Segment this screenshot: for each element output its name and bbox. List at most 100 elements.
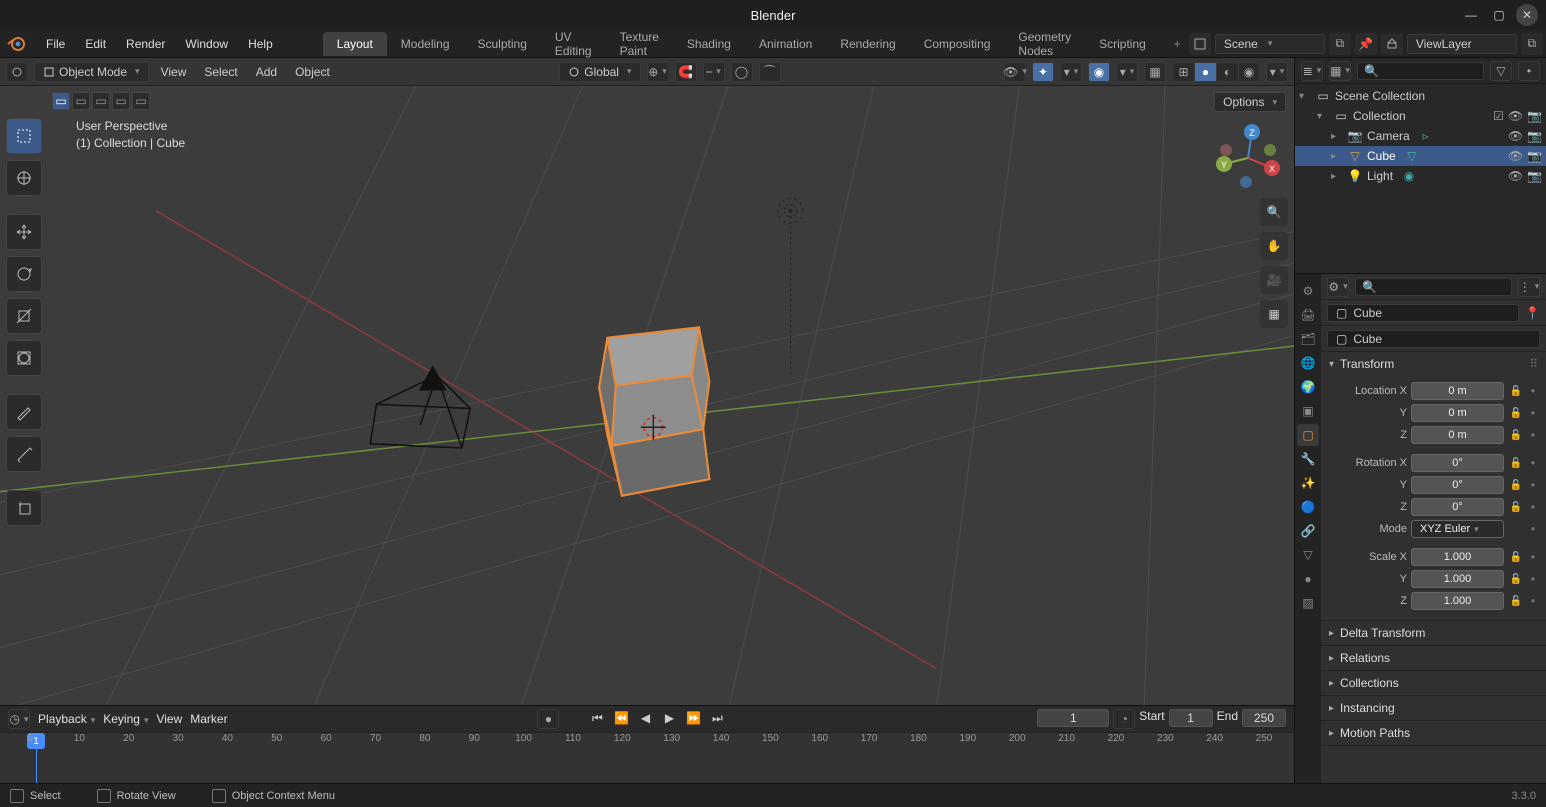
play-icon[interactable]: ▶ [659, 709, 679, 727]
xray-toggle[interactable]: ▦ [1144, 62, 1166, 82]
ptab-material[interactable]: ● [1297, 568, 1319, 590]
outliner-collection[interactable]: ▾ ▭ Collection ☑👁📷 [1295, 106, 1546, 126]
outliner-display-mode[interactable]: ≣ [1301, 61, 1323, 81]
scene-browse-icon[interactable] [1189, 33, 1211, 55]
jump-start-icon[interactable]: ⏮ [587, 709, 607, 727]
lock-icon[interactable]: 🔓 [1508, 430, 1524, 441]
camera-view-icon[interactable]: 🎥 [1260, 266, 1288, 294]
rotation-mode-dropdown[interactable]: XYZ Euler [1411, 520, 1504, 538]
select-mode-extend[interactable]: ▭ [72, 92, 90, 110]
ptab-viewlayer[interactable]: 🗂 [1297, 328, 1319, 350]
current-frame-field[interactable]: 1 [1037, 709, 1109, 727]
menu-edit[interactable]: Edit [75, 30, 116, 57]
vp-menu-object[interactable]: Object [289, 65, 336, 79]
outliner-search-input[interactable]: 🔍 [1357, 62, 1484, 80]
snap-dropdown[interactable]: ⎯ [703, 62, 725, 82]
menu-file[interactable]: File [36, 30, 75, 57]
vp-menu-select[interactable]: Select [198, 65, 243, 79]
editor-type-icon[interactable] [6, 62, 28, 82]
keyframe-next-icon[interactable]: ⏩ [683, 709, 703, 727]
object-name-field[interactable]: ▢ Cube [1327, 330, 1540, 348]
gizmo-dropdown[interactable]: ▾ [1060, 62, 1082, 82]
lock-icon[interactable]: 🔓 [1508, 552, 1524, 563]
scene-pin-icon[interactable]: 📌 [1355, 33, 1377, 55]
tab-sculpting[interactable]: Sculpting [464, 32, 541, 56]
timeline-menu-marker[interactable]: Marker [190, 712, 227, 726]
viewport-options-button[interactable]: Options [1214, 92, 1286, 112]
panel-motion-paths[interactable]: ▸Motion Paths [1321, 721, 1546, 745]
add-workspace-button[interactable]: + [1166, 37, 1189, 51]
ptab-world[interactable]: 🌍 [1297, 376, 1319, 398]
overlay-dropdown[interactable]: ▾ [1116, 62, 1138, 82]
close-button[interactable]: ✕ [1516, 4, 1538, 26]
viewlayer-new-icon[interactable]: ⧉ [1521, 33, 1543, 55]
outliner-item-cube[interactable]: ▸ ▽ Cube ▽ 👁📷 [1295, 146, 1546, 166]
ptab-data[interactable]: ▽ [1297, 544, 1319, 566]
timeline-ruler[interactable]: 1 01020304050607080901001101201301401501… [0, 732, 1294, 783]
anim-dot-icon[interactable]: • [1528, 456, 1538, 470]
lock-icon[interactable]: 🔓 [1508, 458, 1524, 469]
tab-compositing[interactable]: Compositing [910, 32, 1005, 56]
props-options-icon[interactable]: ⋮ [1518, 277, 1540, 297]
tab-modeling[interactable]: Modeling [387, 32, 464, 56]
shading-solid[interactable]: ● [1194, 62, 1216, 82]
anim-dot-icon[interactable]: • [1528, 500, 1538, 514]
vp-menu-view[interactable]: View [155, 65, 193, 79]
menu-render[interactable]: Render [116, 30, 175, 57]
shading-material[interactable]: ◐ [1216, 62, 1238, 82]
ptab-texture[interactable]: ▨ [1297, 592, 1319, 614]
rot-x-field[interactable]: 0° [1411, 454, 1504, 472]
panel-instancing[interactable]: ▸Instancing [1321, 696, 1546, 720]
timeline-menu-view[interactable]: View [156, 712, 182, 726]
ptab-render[interactable]: ⚙ [1297, 280, 1319, 302]
jump-end-icon[interactable]: ⏭ [707, 709, 727, 727]
viewlayer-browse-icon[interactable] [1381, 33, 1403, 55]
outliner-filter-icon[interactable]: ▽ [1490, 61, 1512, 81]
start-frame-field[interactable]: 1 [1169, 709, 1213, 727]
keyframe-prev-icon[interactable]: ⏪ [611, 709, 631, 727]
lock-icon[interactable]: 🔓 [1508, 386, 1524, 397]
timeline-editor-type-icon[interactable]: ◷ [8, 709, 30, 729]
perspective-toggle-icon[interactable]: ▦ [1260, 300, 1288, 328]
tool-move[interactable] [6, 214, 42, 250]
menu-help[interactable]: Help [238, 30, 283, 57]
ptab-particles[interactable]: ✨ [1297, 472, 1319, 494]
scale-x-field[interactable]: 1.000 [1411, 548, 1504, 566]
ptab-modifiers[interactable]: 🔧 [1297, 448, 1319, 470]
outliner-scene-collection[interactable]: ▾ ▭ Scene Collection [1295, 86, 1546, 106]
outliner-view-dropdown[interactable]: ▦ [1329, 61, 1351, 81]
pan-icon[interactable]: ✋ [1260, 232, 1288, 260]
viewlayer-name-field[interactable]: ViewLayer [1407, 34, 1517, 54]
pin-icon[interactable]: 📍 [1525, 306, 1540, 320]
minimize-button[interactable]: — [1460, 4, 1482, 26]
loc-z-field[interactable]: 0 m [1411, 426, 1504, 444]
proportional-dropdown[interactable]: ⁀ [759, 62, 781, 82]
scene-new-icon[interactable]: ⧉ [1329, 33, 1351, 55]
lock-icon[interactable]: 🔓 [1508, 408, 1524, 419]
snap-toggle[interactable]: 🧲 [675, 62, 697, 82]
visibility-dropdown[interactable]: 👁 [1004, 62, 1026, 82]
tool-cursor[interactable] [6, 160, 42, 196]
select-mode-subtract[interactable]: ▭ [92, 92, 110, 110]
ptab-object[interactable]: ▢ [1297, 424, 1319, 446]
viewport-3d[interactable]: ▭ ▭ ▭ ▭ ▭ User Perspective (1) Collectio… [0, 86, 1294, 705]
props-editor-type-icon[interactable]: ⚙ [1327, 277, 1349, 297]
outliner-new-collection-icon[interactable]: • [1518, 61, 1540, 81]
tab-scripting[interactable]: Scripting [1085, 32, 1160, 56]
anim-dot-icon[interactable]: • [1528, 478, 1538, 492]
timeline-menu-playback[interactable]: Playback [38, 712, 95, 726]
shading-wireframe[interactable]: ⊞ [1172, 62, 1194, 82]
lock-icon[interactable]: 🔓 [1508, 502, 1524, 513]
tab-geometry-nodes[interactable]: Geometry Nodes [1004, 32, 1085, 56]
tab-rendering[interactable]: Rendering [826, 32, 909, 56]
maximize-button[interactable]: ▢ [1488, 4, 1510, 26]
tab-uv-editing[interactable]: UV Editing [541, 32, 606, 56]
disable-render-icon[interactable]: 📷 [1527, 109, 1542, 123]
anim-dot-icon[interactable]: • [1528, 522, 1538, 536]
end-frame-field[interactable]: 250 [1242, 709, 1286, 727]
gizmo-toggle[interactable]: ✦ [1032, 62, 1054, 82]
pivot-dropdown[interactable]: ⊕ [647, 62, 669, 82]
overlay-toggle[interactable]: ◉ [1088, 62, 1110, 82]
ptab-output[interactable]: 🖨 [1297, 304, 1319, 326]
shading-dropdown[interactable]: ▾ [1266, 62, 1288, 82]
